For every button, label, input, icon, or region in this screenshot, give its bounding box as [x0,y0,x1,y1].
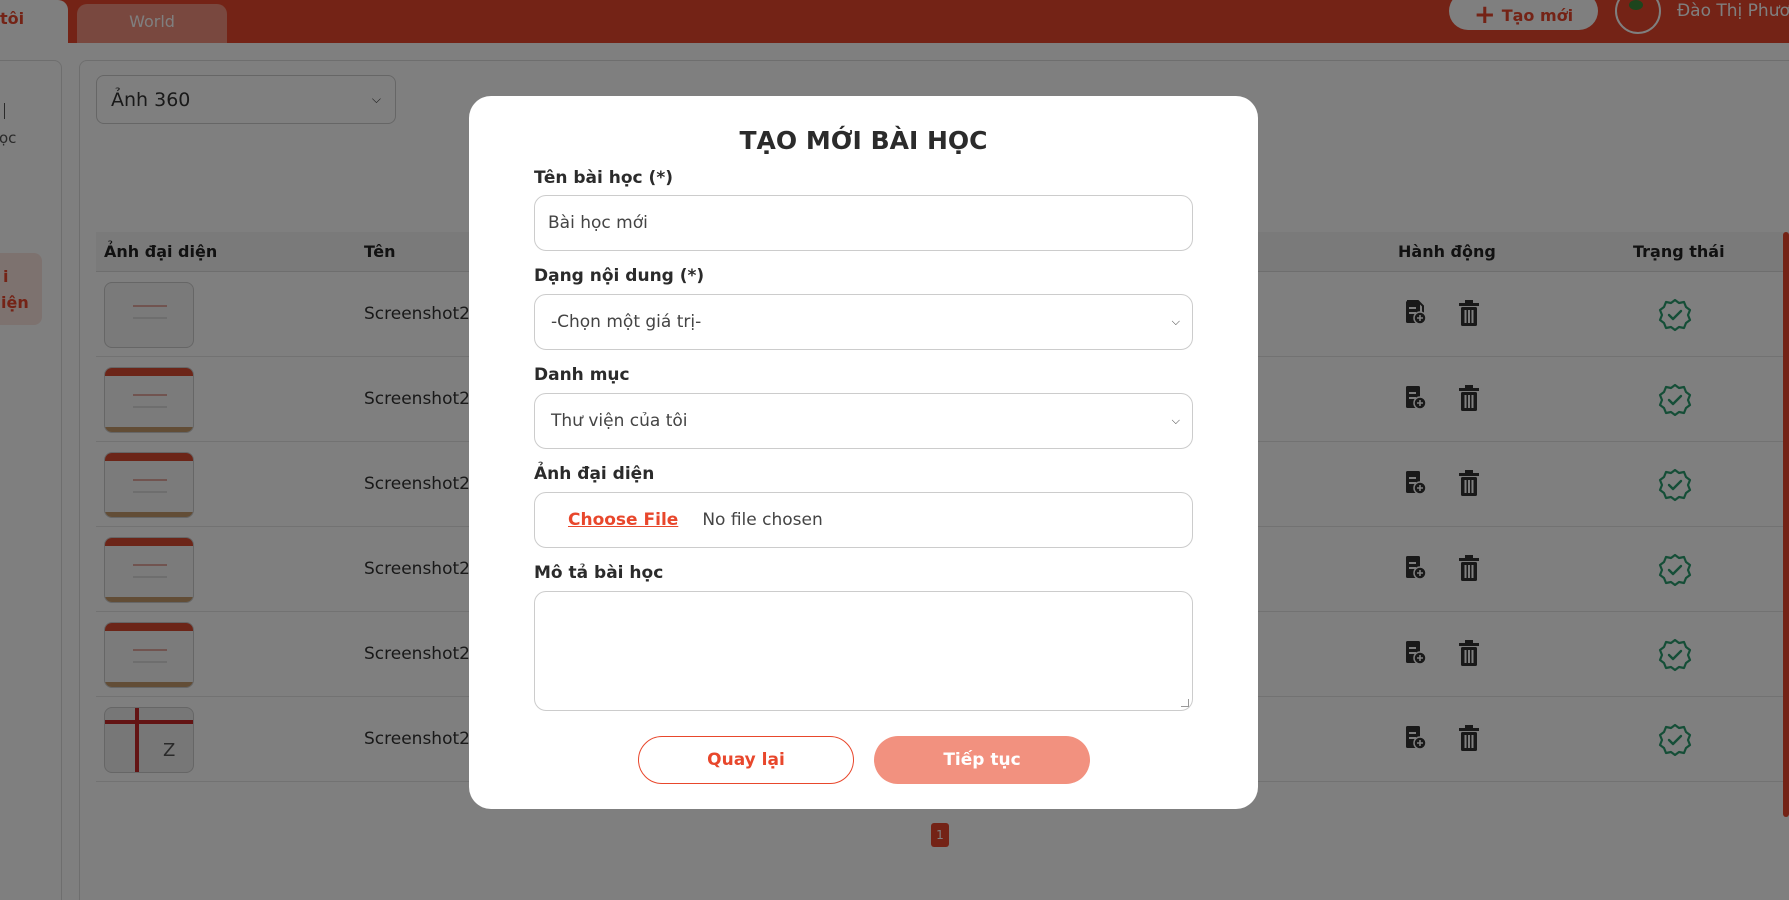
choose-file-button[interactable]: Choose File [568,510,678,530]
chevron-down-icon: ⌵ [1171,414,1180,427]
back-button[interactable]: Quay lại [638,736,854,784]
description-label: Mô tả bài học [534,563,664,583]
chevron-down-icon: ⌵ [1171,315,1180,328]
dialog-title: TẠO MỚI BÀI HỌC [739,126,988,155]
description-textarea[interactable] [534,591,1193,711]
content-type-label: Dạng nội dung (*) [534,266,705,286]
thumbnail-label: Ảnh đại diện [534,464,655,484]
content-type-select[interactable]: -Chọn một giá trị- ⌵ [534,294,1193,350]
thumbnail-file-input[interactable]: Choose File No file chosen [534,492,1193,548]
content-type-value: -Chọn một giá trị- [551,312,702,332]
resize-handle-icon[interactable] [1181,699,1189,707]
category-select[interactable]: Thư viện của tôi ⌵ [534,393,1193,449]
category-label: Danh mục [534,365,630,385]
file-status: No file chosen [702,510,823,530]
create-lesson-dialog: TẠO MỚI BÀI HỌC Tên bài học (*) Bài học … [469,96,1258,809]
lesson-name-value: Bài học mới [548,213,648,233]
continue-button[interactable]: Tiếp tục [874,736,1090,784]
lesson-name-label: Tên bài học (*) [534,168,673,188]
lesson-name-input[interactable]: Bài học mới [534,195,1193,251]
category-value: Thư viện của tôi [551,411,688,431]
